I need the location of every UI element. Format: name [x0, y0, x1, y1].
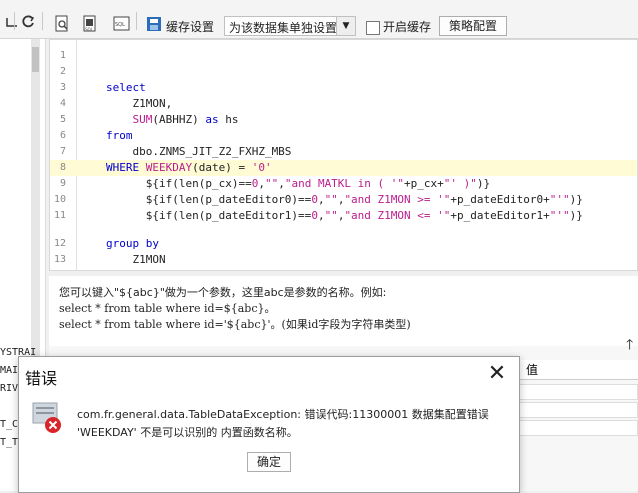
dataset-cache-select[interactable]: 为该数据集单独设置 ▼	[224, 16, 356, 36]
param-row[interactable]	[510, 402, 638, 418]
code-line[interactable]: 5 SUM(ABHHZ) as hs	[50, 112, 637, 128]
line-number: 12	[53, 238, 66, 249]
code-line[interactable]: 10 ${if(len(p_dateEditor0)==0,"","and Z1…	[50, 192, 637, 208]
code-line[interactable]: 8 WHERE WEEKDAY(date) = '0'	[50, 160, 637, 176]
arrow-up-icon[interactable]: 🡑	[626, 334, 633, 358]
code-line[interactable]: 13 Z1MON	[50, 252, 637, 268]
code-text: dbo.ZNMS_JIT_Z2_FXHZ_MBS	[106, 145, 292, 158]
code-text: from	[106, 129, 133, 142]
code-line[interactable]: 6 from	[50, 128, 637, 144]
error-detail: 'WEEKDAY' 不是可以识别的 内置函数名称。	[77, 426, 298, 439]
error-message: com.fr.general.data.TableDataException: …	[77, 408, 489, 421]
dialog-title: 错误	[25, 369, 58, 388]
hint-example: select * from table where id=${abc}。	[59, 302, 276, 315]
error-icon	[31, 401, 65, 435]
code-text: WHERE WEEKDAY(date) = '0'	[106, 161, 272, 174]
toolbar-divider	[136, 12, 137, 30]
line-number: 10	[53, 194, 66, 205]
left-item[interactable]: MAI	[0, 365, 18, 376]
enable-cache-label: 开启缓存	[383, 20, 432, 34]
line-number: 3	[59, 82, 66, 93]
cache-settings-label: 缓存设置	[166, 20, 215, 34]
code-line[interactable]: 11 ${if(len(p_dateEditor1)==0,"","and Z1…	[50, 208, 637, 224]
code-text: Z1MON,	[106, 97, 173, 110]
code-text: ${if(len(p_cx)==0,"","and MATKL in ( '"+…	[106, 177, 491, 190]
preview-icon[interactable]	[52, 14, 72, 34]
line-number: 2	[59, 66, 66, 77]
line-number: 7	[59, 146, 66, 157]
value-column-header: 值	[510, 360, 638, 380]
left-scrollbar-thumb[interactable]	[32, 47, 39, 72]
code-line[interactable]: 4 Z1MON,	[50, 96, 637, 112]
line-number: 9	[59, 178, 66, 189]
code-line[interactable]: 2	[50, 64, 637, 80]
left-item[interactable]: T_C	[0, 419, 18, 430]
error-dialog: 错误 ✕ com.fr.general.data.TableDataExcept…	[18, 356, 520, 493]
line-number: 11	[53, 210, 66, 221]
ok-button[interactable]: 确定	[247, 452, 291, 472]
code-line[interactable]: 9 ${if(len(p_cx)==0,"","and MATKL in ( '…	[50, 176, 637, 192]
line-number: 13	[53, 254, 66, 265]
code-text: group by	[106, 237, 159, 250]
sql-icon[interactable]: SQL	[80, 14, 100, 34]
svg-text:SQL: SQL	[115, 22, 125, 28]
sql-editor[interactable]: 1 2 3 select 4 Z1MON, 5 SUM(ABHHZ) as hs 6 from…	[49, 39, 638, 271]
code-text: select	[106, 81, 146, 94]
left-scrollbar[interactable]	[31, 39, 40, 359]
code-text: ${if(len(p_dateEditor0)==0,"","and Z1MON…	[106, 193, 583, 206]
line-number: 6	[59, 130, 66, 141]
svg-text:SQL: SQL	[85, 27, 94, 32]
code-line[interactable]: 7 dbo.ZNMS_JIT_Z2_FXHZ_MBS	[50, 144, 637, 160]
hint-line: 您可以键入"${abc}"做为一个参数，这里abc是参数的名称。例如:	[59, 286, 387, 299]
enable-cache-checkbox[interactable]	[366, 21, 380, 35]
toolbar: SQL SQL 缓存设置 为该数据集单独设置 ▼ 开启缓存 策略配置	[0, 0, 638, 39]
param-row[interactable]	[510, 384, 638, 400]
line-number: 1	[59, 50, 66, 61]
sql-format-icon[interactable]: SQL	[112, 14, 132, 34]
line-number: 5	[59, 114, 66, 125]
refresh-icon[interactable]	[18, 12, 38, 32]
code-line[interactable]: 12 group by	[50, 236, 637, 252]
left-item[interactable]: T_T	[0, 437, 18, 448]
cache-icon[interactable]	[144, 14, 164, 34]
hint-example: select * from table where id='${abc}'。(如…	[59, 318, 411, 331]
line-number: 8	[59, 162, 66, 173]
code-text: ${if(len(p_dateEditor1)==0,"","and Z1MON…	[106, 209, 583, 222]
strategy-config-button[interactable]: 策略配置	[439, 16, 507, 36]
code-text: Z1MON	[106, 253, 166, 266]
line-number: 4	[59, 98, 66, 109]
toolbar-divider	[14, 12, 15, 30]
parameter-hint: 您可以键入"${abc}"做为一个参数，这里abc是参数的名称。例如: sele…	[49, 276, 638, 346]
code-line[interactable]: 1	[50, 48, 637, 64]
close-icon[interactable]: ✕	[485, 363, 509, 387]
chevron-down-icon[interactable]: ▼	[336, 17, 355, 35]
dataset-cache-select-value: 为该数据集单独设置	[229, 21, 338, 35]
code-text: SUM(ABHHZ) as hs	[132, 113, 239, 126]
param-row[interactable]	[510, 420, 638, 436]
toolbar-divider	[42, 12, 43, 30]
code-line[interactable]: 3 select	[50, 80, 637, 96]
